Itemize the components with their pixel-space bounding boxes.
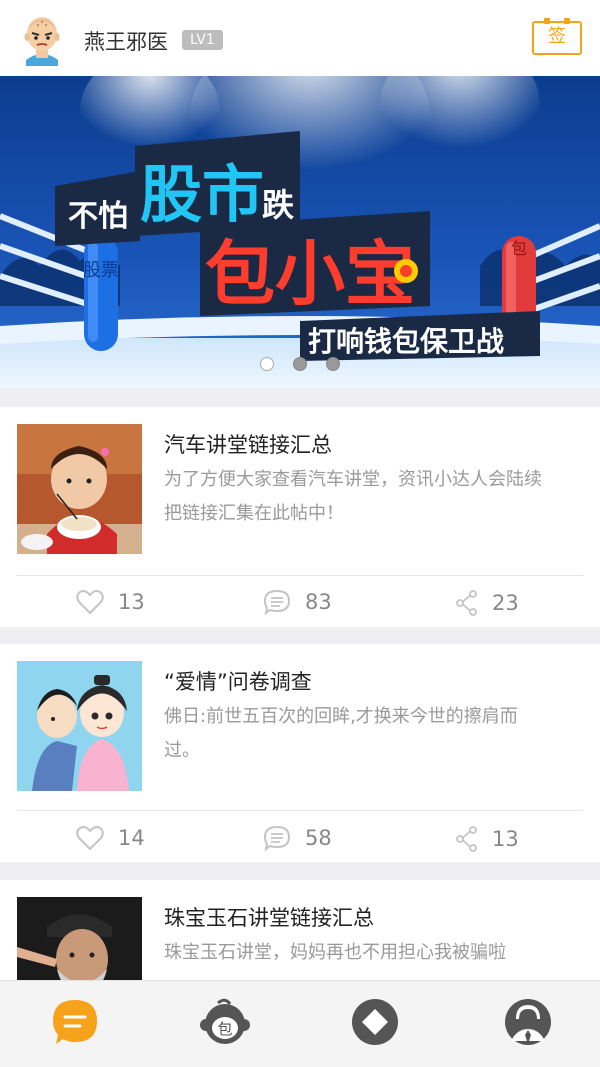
post-card[interactable]: “爱情”问卷调查 佛日:前世五百次的回眸,才换来今世的擦肩而过。 14 58 1… xyxy=(0,644,600,862)
user-avatar[interactable] xyxy=(18,10,66,66)
post-title[interactable]: 汽车讲堂链接汇总 xyxy=(164,429,332,459)
post-excerpt: 佛日:前世五百次的回眸,才换来今世的擦肩而过。 xyxy=(164,706,518,761)
post-title[interactable]: 珠宝玉石讲堂链接汇总 xyxy=(164,902,374,932)
like-count: 13 xyxy=(118,590,145,614)
right-post-text: 包 xyxy=(511,239,527,258)
share-count: 23 xyxy=(492,591,519,615)
top-bar: 燕王邪医 LV1 签 xyxy=(0,0,600,76)
heart-icon xyxy=(76,590,104,615)
comment-button[interactable]: 58 xyxy=(263,825,332,851)
bao-glyph: 包 xyxy=(217,1020,232,1038)
message-icon xyxy=(53,1000,97,1044)
nav-profile[interactable] xyxy=(503,997,553,1047)
comment-icon xyxy=(263,825,291,851)
comment-count: 83 xyxy=(305,590,332,614)
banner-line1-suffix: 跌 xyxy=(262,186,294,224)
share-icon xyxy=(456,590,477,616)
nav-messages[interactable] xyxy=(50,997,100,1047)
share-button[interactable]: 23 xyxy=(456,590,519,616)
divider xyxy=(17,575,583,576)
post-title[interactable]: “爱情”问卷调查 xyxy=(164,666,312,696)
username: 燕王邪医 xyxy=(84,30,168,54)
post-card[interactable]: 汽车讲堂链接汇总 为了方便大家查看汽车讲堂，资讯小达人会陆续把链接汇集在此帖中！… xyxy=(0,407,600,627)
bao-monkey-icon: 包 xyxy=(200,998,250,1044)
comment-count: 58 xyxy=(305,826,332,850)
banner-line1-prefix: 不怕 xyxy=(68,199,128,234)
comment-button[interactable]: 83 xyxy=(263,589,332,615)
level-badge: LV1 xyxy=(182,30,223,50)
carousel-dot-3[interactable] xyxy=(326,357,341,371)
banner-line1-main: 股市 xyxy=(140,158,264,231)
post-thumbnail[interactable] xyxy=(17,897,142,980)
comment-icon xyxy=(263,589,291,615)
post-thumbnail[interactable] xyxy=(17,661,142,791)
app-screen: 燕王邪医 LV1 签 股票 包 不怕 股市 跌 包小宝 打响钱包保卫战 汽车讲堂… xyxy=(0,0,600,1067)
sign-in-button[interactable]: 签 xyxy=(532,18,582,55)
share-button[interactable]: 13 xyxy=(456,826,519,852)
carousel-indicator xyxy=(0,356,600,375)
share-count: 13 xyxy=(492,827,519,851)
like-button[interactable]: 13 xyxy=(76,589,145,615)
post-thumbnail[interactable] xyxy=(17,424,142,554)
carousel-dot-2[interactable] xyxy=(293,357,307,371)
post-card[interactable]: 珠宝玉石讲堂链接汇总 珠宝玉石讲堂，妈妈再也不用担心我被骗啦 xyxy=(0,880,600,980)
diamond-icon xyxy=(352,999,398,1045)
profile-icon xyxy=(505,999,551,1045)
nav-discover[interactable] xyxy=(350,997,400,1047)
heart-icon xyxy=(76,826,104,851)
promo-banner[interactable]: 股票 包 不怕 股市 跌 包小宝 打响钱包保卫战 xyxy=(0,76,600,388)
share-icon xyxy=(456,826,477,852)
nav-bao[interactable]: 包 xyxy=(200,997,250,1047)
banner-artwork: 股票 包 不怕 股市 跌 包小宝 打响钱包保卫战 xyxy=(0,76,600,388)
carousel-dot-1[interactable] xyxy=(259,357,274,371)
like-count: 14 xyxy=(118,826,145,850)
left-post-text: 股票 xyxy=(83,260,119,281)
like-button[interactable]: 14 xyxy=(76,825,145,851)
post-excerpt: 为了方便大家查看汽车讲堂，资讯小达人会陆续把链接汇集在此帖中！ xyxy=(164,469,542,524)
banner-line3: 打响钱包保卫战 xyxy=(308,325,504,358)
banner-line2: 包小宝 xyxy=(205,233,415,315)
bottom-navigation: 包 xyxy=(0,980,600,1067)
divider xyxy=(17,810,583,811)
post-excerpt: 珠宝玉石讲堂，妈妈再也不用担心我被骗啦 xyxy=(164,942,506,963)
